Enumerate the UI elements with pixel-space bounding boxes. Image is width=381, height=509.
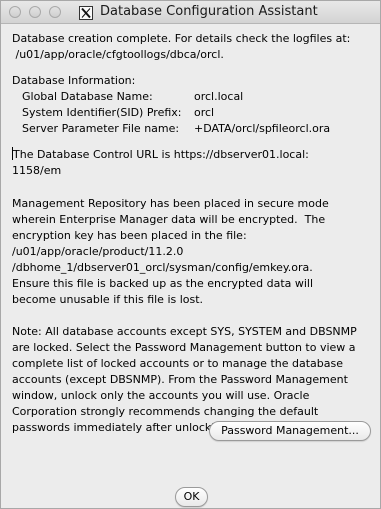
- repository-paragraph: Management Repository has been placed in…: [12, 196, 377, 308]
- info-label: Server Parameter File name:: [22, 122, 180, 135]
- message-line: /dbhome_1/dbserver01_orcl/sysman/config/…: [12, 261, 313, 274]
- database-info-section: Database Information: Global Database Na…: [12, 73, 377, 137]
- global-db-name-row: Global Database Name: orcl.local: [12, 89, 377, 105]
- info-label: Global Database Name:: [22, 90, 153, 103]
- message-line: complete list of locked accounts or to m…: [12, 357, 343, 370]
- x11-app-icon: [79, 5, 93, 20]
- spfile-row: Server Parameter File name: +DATA/orcl/sp…: [12, 121, 377, 137]
- message-line: /u01/app/oracle/product/11.2.0: [12, 245, 184, 258]
- message-line: Database creation complete. For details …: [12, 32, 351, 45]
- message-line: 1158/em: [12, 164, 62, 177]
- info-value: +DATA/orcl/spfileorcl.ora: [194, 122, 331, 135]
- message-line: window, unlock only the accounts you wil…: [12, 389, 310, 402]
- message-line: The Database Control URL is https://dbse…: [13, 148, 309, 161]
- ok-button[interactable]: OK: [175, 487, 208, 507]
- intro-paragraph: Database creation complete. For details …: [12, 31, 377, 63]
- window-title: Database Configuration Assistant: [100, 4, 318, 19]
- note-paragraph: Note: All database accounts except SYS, …: [12, 324, 377, 436]
- info-value: orcl: [194, 106, 215, 119]
- message-line: wherein Enterprise Manager data will be …: [12, 213, 326, 226]
- zoom-window-button[interactable]: [49, 6, 61, 18]
- message-line: Corporation strongly recommends changing…: [12, 405, 319, 418]
- message-line: are locked. Select the Password Manageme…: [12, 341, 356, 354]
- message-line: accounts (except DBSNMP). From the Passw…: [12, 373, 348, 386]
- message-line: Ensure this file is backed up as the enc…: [12, 277, 314, 290]
- database-info-heading: Database Information:: [12, 74, 136, 87]
- message-body: Database creation complete. For details …: [12, 31, 377, 436]
- password-management-button[interactable]: Password Management...: [209, 421, 371, 441]
- title-bar[interactable]: Database Configuration Assistant: [1, 1, 380, 24]
- close-window-button[interactable]: [9, 6, 21, 18]
- dbca-dialog-window: Database Configuration Assistant Databas…: [0, 0, 381, 509]
- message-line: become unusable if this file is lost.: [12, 293, 204, 306]
- info-label: System Identifier(SID) Prefix:: [22, 106, 182, 119]
- message-line: /u01/app/oracle/cfgtoollogs/dbca/orcl.: [12, 48, 224, 61]
- info-value: orcl.local: [194, 90, 244, 103]
- message-line: Management Repository has been placed in…: [12, 197, 329, 210]
- message-line: Note: All database accounts except SYS, …: [12, 325, 357, 338]
- sid-prefix-row: System Identifier(SID) Prefix: orcl: [12, 105, 377, 121]
- minimize-window-button[interactable]: [29, 6, 41, 18]
- message-line: encryption key has been placed in the fi…: [12, 229, 247, 242]
- control-url-paragraph: The Database Control URL is https://dbse…: [12, 147, 377, 179]
